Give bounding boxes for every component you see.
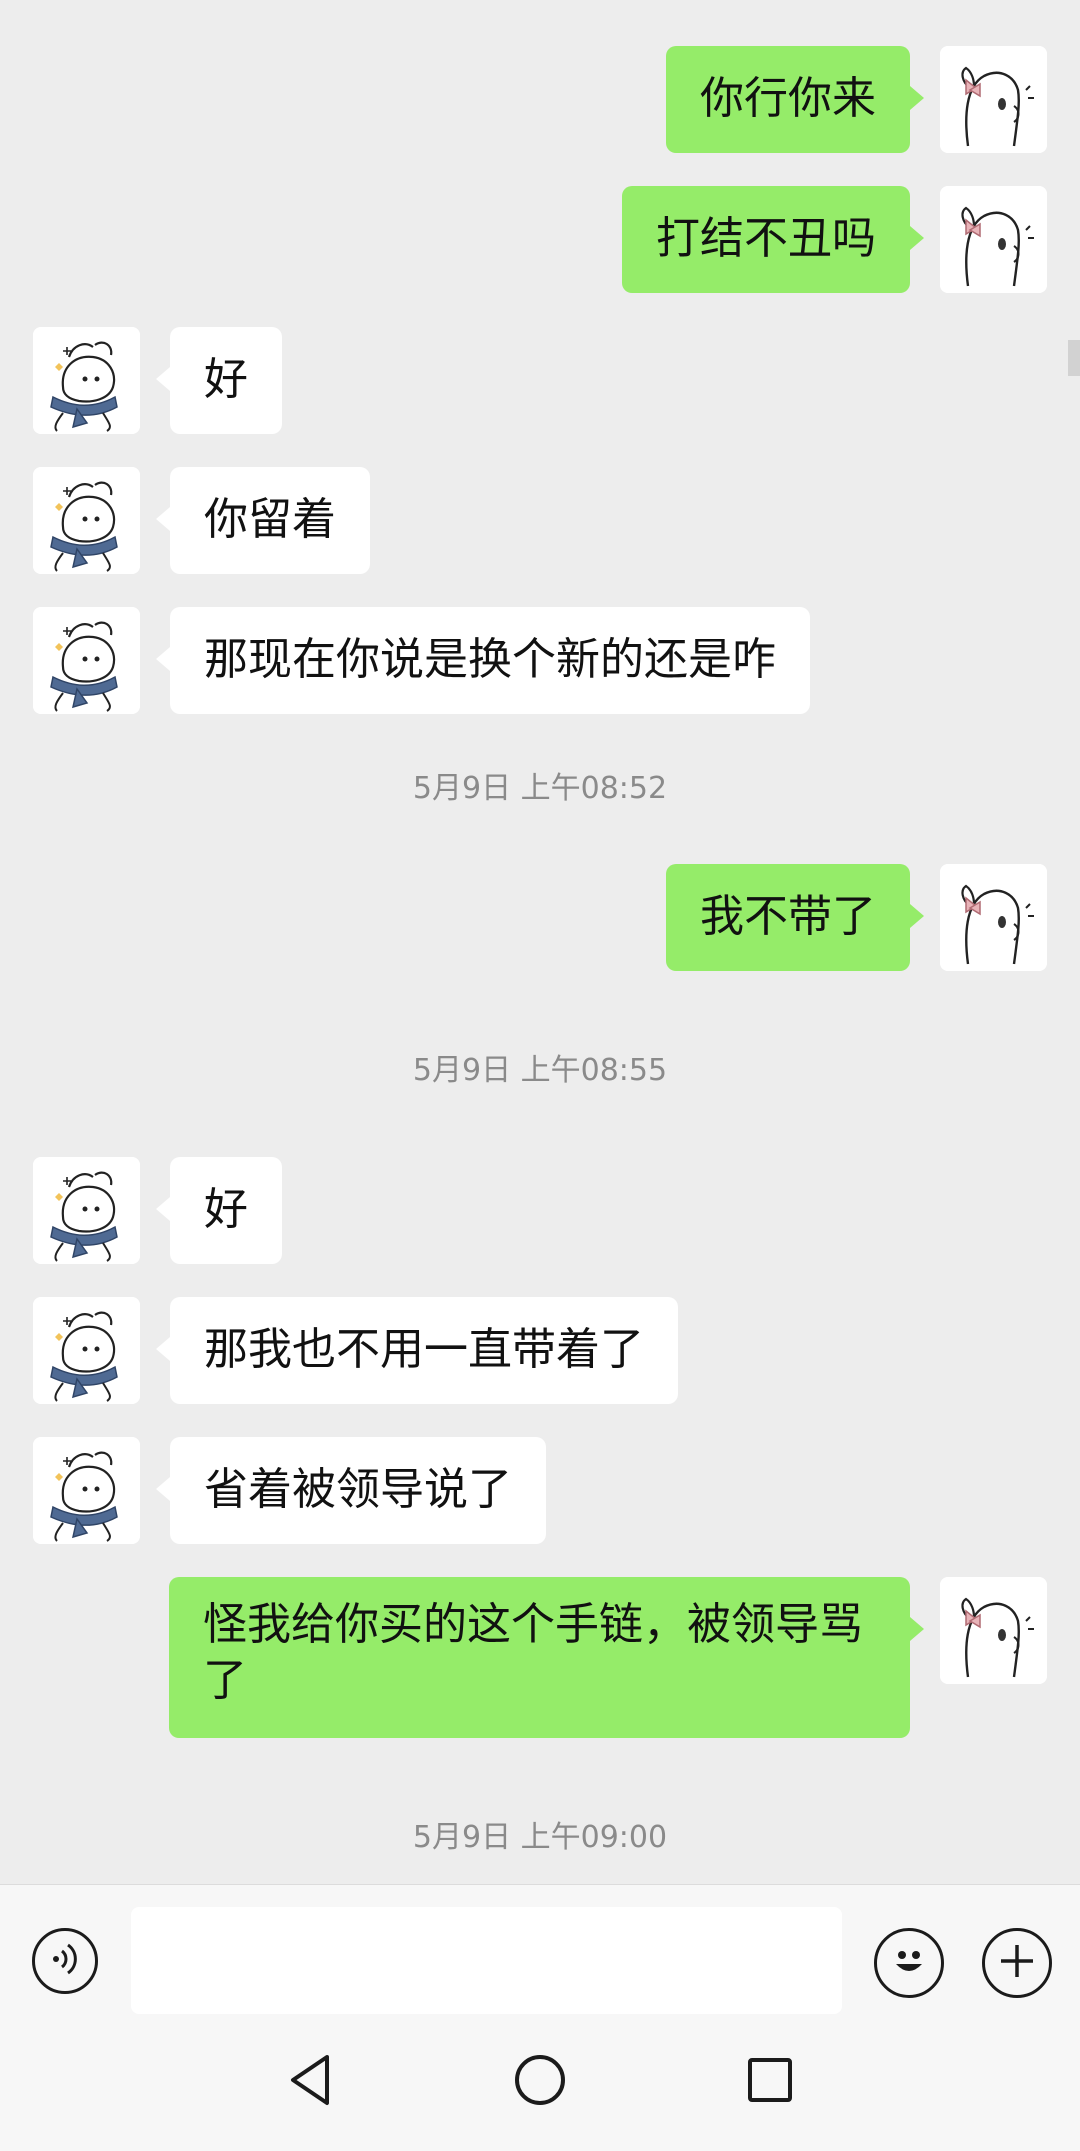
message-bubble-theirs[interactable]: 省着被领导说了 (156, 1437, 546, 1544)
timestamp: 5月9日 上午08:52 (412, 771, 668, 806)
my-avatar[interactable] (940, 864, 1047, 971)
message-bubble-theirs[interactable]: 好 (156, 327, 282, 434)
voice-icon (45, 1939, 85, 1983)
my-avatar[interactable] (940, 1577, 1047, 1684)
contact-avatar[interactable] (33, 1437, 140, 1544)
home-button[interactable] (510, 2052, 570, 2112)
my-avatar[interactable] (940, 186, 1047, 293)
home-circle-icon (513, 2053, 567, 2111)
my-avatar[interactable] (940, 46, 1047, 153)
message-bubble-mine[interactable]: 打结不丑吗 (622, 186, 924, 293)
voice-button[interactable] (32, 1928, 98, 1994)
message-bubble-mine[interactable]: 怪我给你买的这个手链，被领导骂了 (169, 1577, 924, 1738)
contact-avatar[interactable] (33, 1157, 140, 1264)
more-button[interactable] (982, 1928, 1052, 1998)
plus-icon (997, 1941, 1037, 1985)
back-button[interactable] (280, 2052, 340, 2112)
message-bubble-theirs[interactable]: 那现在你说是换个新的还是咋 (156, 607, 810, 714)
recent-apps-button[interactable] (740, 2052, 800, 2112)
contact-avatar[interactable] (33, 1297, 140, 1404)
system-nav-bar (0, 2014, 1080, 2151)
chat-area[interactable]: 你行你来 打结不丑吗 好 你留着 那现在你说是换个新的还是咋 5月9日 上午08… (0, 0, 1080, 1884)
back-triangle-icon (285, 2053, 335, 2111)
timestamp: 5月9日 上午09:00 (412, 1820, 668, 1855)
message-bubble-theirs[interactable]: 那我也不用一直带着了 (156, 1297, 678, 1404)
message-bubble-theirs[interactable]: 你留着 (156, 467, 370, 574)
contact-avatar[interactable] (33, 607, 140, 714)
message-bubble-mine[interactable]: 我不带了 (666, 864, 924, 971)
message-input[interactable] (131, 1907, 842, 2014)
timestamp: 5月9日 上午08:55 (412, 1053, 668, 1088)
message-bubble-mine[interactable]: 你行你来 (666, 46, 924, 153)
scrollbar-thumb[interactable] (1068, 340, 1080, 376)
emoji-button[interactable] (874, 1928, 944, 1998)
input-bar (0, 1884, 1080, 2015)
emoji-icon (886, 1938, 932, 1988)
message-bubble-theirs[interactable]: 好 (156, 1157, 282, 1264)
recent-square-icon (745, 2055, 795, 2109)
contact-avatar[interactable] (33, 467, 140, 574)
contact-avatar[interactable] (33, 327, 140, 434)
